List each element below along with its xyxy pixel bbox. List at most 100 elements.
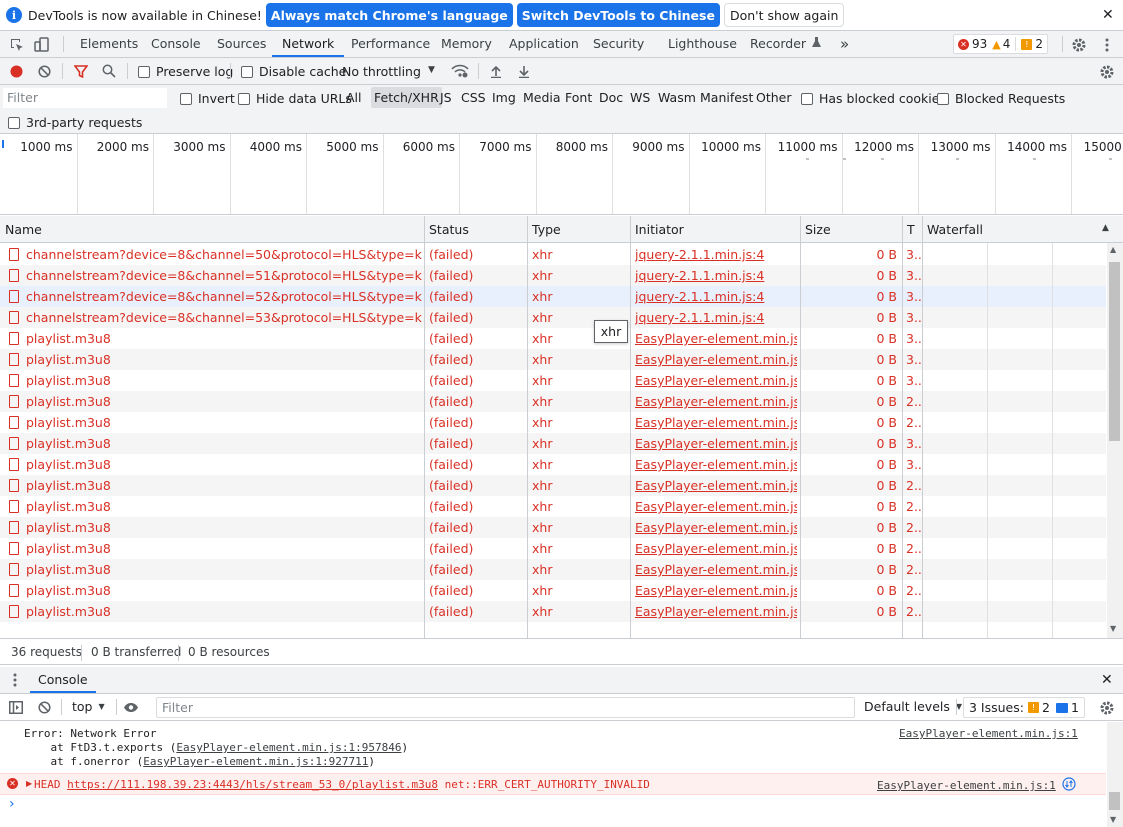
col-header-type[interactable]: Type	[527, 216, 561, 243]
type-filter-js[interactable]: JS	[440, 90, 452, 105]
cell-initiator-link[interactable]: EasyPlayer-element.min.js:1	[635, 538, 797, 559]
console-source-link[interactable]: EasyPlayer-element.min.js:1	[899, 727, 1078, 740]
third-party-box[interactable]	[8, 116, 20, 129]
has-blocked-cookies-box[interactable]	[801, 92, 813, 105]
table-row[interactable]: playlist.m3u8 (failed) xhr EasyPlayer-eleme…	[0, 580, 1106, 601]
context-selector[interactable]: top ▼	[72, 699, 114, 714]
console-source-link[interactable]: EasyPlayer-element.min.js:1	[877, 779, 1056, 792]
blocked-requests-checkbox[interactable]: Blocked Requests	[937, 91, 1065, 106]
type-filter-fetch-xhr[interactable]: Fetch/XHR	[371, 87, 442, 108]
col-header-waterfall[interactable]: Waterfall	[922, 216, 983, 243]
type-filter-img[interactable]: Img	[492, 90, 516, 105]
cell-initiator-link[interactable]: jquery-2.1.1.min.js:4	[635, 244, 797, 265]
scroll-up-icon[interactable]: ▲	[1110, 245, 1116, 254]
third-party-checkbox[interactable]: 3rd-party requests	[8, 115, 142, 130]
table-row[interactable]: channelstream?device=8&channel=50&protoc…	[0, 244, 1106, 265]
table-row[interactable]: playlist.m3u8 (failed) xhr EasyPlayer-eleme…	[0, 349, 1106, 370]
dont-show-again-button[interactable]: Don't show again	[723, 3, 845, 27]
tab-sources[interactable]: Sources	[217, 31, 266, 57]
infobar-close-icon[interactable]: ✕	[1102, 7, 1114, 23]
col-header-name[interactable]: Name	[0, 216, 42, 243]
overview-timeline[interactable]: 1000 ms 2000 ms 3000 ms 4000 ms 5000 ms 6000 …	[0, 134, 1123, 215]
issues-button[interactable]: 3 Issues: ! 2 1	[963, 697, 1085, 718]
table-row[interactable]: playlist.m3u8 (failed) xhr EasyPlayer-eleme…	[0, 454, 1106, 475]
stack-frame-link[interactable]: EasyPlayer-element.min.js:1:957846	[176, 741, 401, 754]
tab-lighthouse[interactable]: Lighthouse	[668, 31, 737, 57]
cell-initiator-link[interactable]: EasyPlayer-element.min.js:1	[635, 454, 797, 475]
network-request-icon[interactable]	[1062, 777, 1076, 794]
table-row[interactable]: playlist.m3u8 (failed) xhr EasyPlayer-eleme…	[0, 496, 1106, 517]
log-levels-select[interactable]: Default levels ▼	[864, 699, 962, 714]
console-filter-input[interactable]: Filter	[156, 697, 855, 718]
blocked-requests-box[interactable]	[937, 92, 949, 105]
table-row[interactable]: playlist.m3u8 (failed) xhr EasyPlayer-eleme…	[0, 559, 1106, 580]
live-expression-eye-icon[interactable]	[122, 699, 140, 715]
hide-data-urls-box[interactable]	[238, 92, 250, 105]
hide-data-urls-checkbox[interactable]: Hide data URLs	[238, 91, 352, 106]
table-row[interactable]: playlist.m3u8 (failed) xhr EasyPlayer-eleme…	[0, 391, 1106, 412]
drawer-tab-console[interactable]: Console	[30, 667, 96, 693]
issue-counters[interactable]: ✕ 93 ▲ 4 ! 2	[953, 34, 1049, 54]
table-row[interactable]: playlist.m3u8 (failed) xhr EasyPlayer-eleme…	[0, 412, 1106, 433]
table-scrollbar-thumb[interactable]	[1109, 262, 1120, 441]
type-filter-doc[interactable]: Doc	[599, 90, 623, 105]
console-scrollbar[interactable]	[1107, 722, 1123, 827]
col-header-initiator[interactable]: Initiator	[630, 216, 684, 243]
table-row[interactable]: playlist.m3u8 (failed) xhr EasyPlayer-eleme…	[0, 475, 1106, 496]
tab-console[interactable]: Console	[151, 31, 201, 57]
console-scroll-down-icon[interactable]: ▼	[1110, 815, 1116, 824]
cell-initiator-link[interactable]: EasyPlayer-element.min.js:1	[635, 517, 797, 538]
scroll-down-icon[interactable]: ▼	[1110, 624, 1116, 633]
cell-initiator-link[interactable]: EasyPlayer-element.min.js:1	[635, 433, 797, 454]
tab-performance[interactable]: Performance	[351, 31, 430, 57]
type-filter-manifest[interactable]: Manifest	[700, 90, 753, 105]
table-row[interactable]: playlist.m3u8 (failed) xhr EasyPlayer-eleme…	[0, 517, 1106, 538]
device-toolbar-icon[interactable]	[33, 36, 51, 54]
head-url-link[interactable]: https://111.198.39.23:4443/hls/stream_53…	[67, 778, 438, 791]
filter-input[interactable]: Filter	[3, 88, 167, 108]
record-icon[interactable]	[9, 64, 23, 78]
console-sidebar-icon[interactable]	[8, 699, 24, 715]
expand-triangle-icon[interactable]: ▶	[26, 779, 32, 788]
cell-initiator-link[interactable]: jquery-2.1.1.min.js:4	[635, 307, 797, 328]
network-settings-gear-icon[interactable]	[1098, 63, 1116, 81]
inspect-element-icon[interactable]	[8, 36, 26, 54]
cell-initiator-link[interactable]: EasyPlayer-element.min.js:1	[635, 580, 797, 601]
console-settings-gear-icon[interactable]	[1098, 699, 1116, 717]
tab-network[interactable]: Network	[272, 31, 345, 57]
filter-icon[interactable]	[73, 64, 89, 78]
cell-initiator-link[interactable]: EasyPlayer-element.min.js:1	[635, 601, 797, 622]
switch-to-chinese-button[interactable]: Switch DevTools to Chinese	[516, 3, 720, 27]
col-header-time[interactable]: T	[902, 216, 915, 243]
cell-initiator-link[interactable]: EasyPlayer-element.min.js:1	[635, 475, 797, 496]
type-filter-font[interactable]: Font	[565, 90, 592, 105]
table-row[interactable]: playlist.m3u8 (failed) xhr EasyPlayer-eleme…	[0, 328, 1106, 349]
type-filter-css[interactable]: CSS	[461, 90, 486, 105]
search-icon[interactable]	[101, 64, 117, 78]
table-row[interactable]: playlist.m3u8 (failed) xhr EasyPlayer-eleme…	[0, 601, 1106, 622]
cell-initiator-link[interactable]: EasyPlayer-element.min.js:1	[635, 391, 797, 412]
tab-security[interactable]: Security	[593, 31, 644, 57]
cell-initiator-link[interactable]: EasyPlayer-element.min.js:1	[635, 328, 797, 349]
settings-gear-icon[interactable]	[1070, 36, 1088, 54]
preserve-log-checkbox[interactable]: Preserve log	[138, 64, 233, 79]
type-filter-all[interactable]: All	[346, 90, 362, 105]
type-filter-other[interactable]: Other	[756, 90, 792, 105]
console-clear-icon[interactable]	[37, 700, 51, 714]
table-row[interactable]: channelstream?device=8&channel=51&protoc…	[0, 265, 1106, 286]
sort-ascending-icon[interactable]: ▲	[1102, 223, 1109, 233]
type-filter-media[interactable]: Media	[523, 90, 561, 105]
cell-initiator-link[interactable]: jquery-2.1.1.min.js:4	[635, 286, 797, 307]
always-match-language-button[interactable]: Always match Chrome's language	[265, 3, 513, 27]
more-options-icon[interactable]	[1099, 36, 1115, 54]
throttling-select[interactable]: No throttling ▼	[342, 64, 440, 79]
table-row[interactable]: channelstream?device=8&channel=53&protoc…	[0, 307, 1106, 328]
table-row[interactable]: playlist.m3u8 (failed) xhr EasyPlayer-eleme…	[0, 433, 1106, 454]
disable-cache-checkbox[interactable]: Disable cache	[241, 64, 346, 79]
table-row[interactable]: playlist.m3u8 (failed) xhr EasyPlayer-eleme…	[0, 538, 1106, 559]
import-har-icon[interactable]	[488, 63, 504, 79]
tab-elements[interactable]: Elements	[80, 31, 138, 57]
drawer-close-icon[interactable]: ✕	[1101, 672, 1113, 688]
stack-frame-link[interactable]: EasyPlayer-element.min.js:1:927711	[143, 755, 368, 768]
cell-initiator-link[interactable]: EasyPlayer-element.min.js:1	[635, 496, 797, 517]
